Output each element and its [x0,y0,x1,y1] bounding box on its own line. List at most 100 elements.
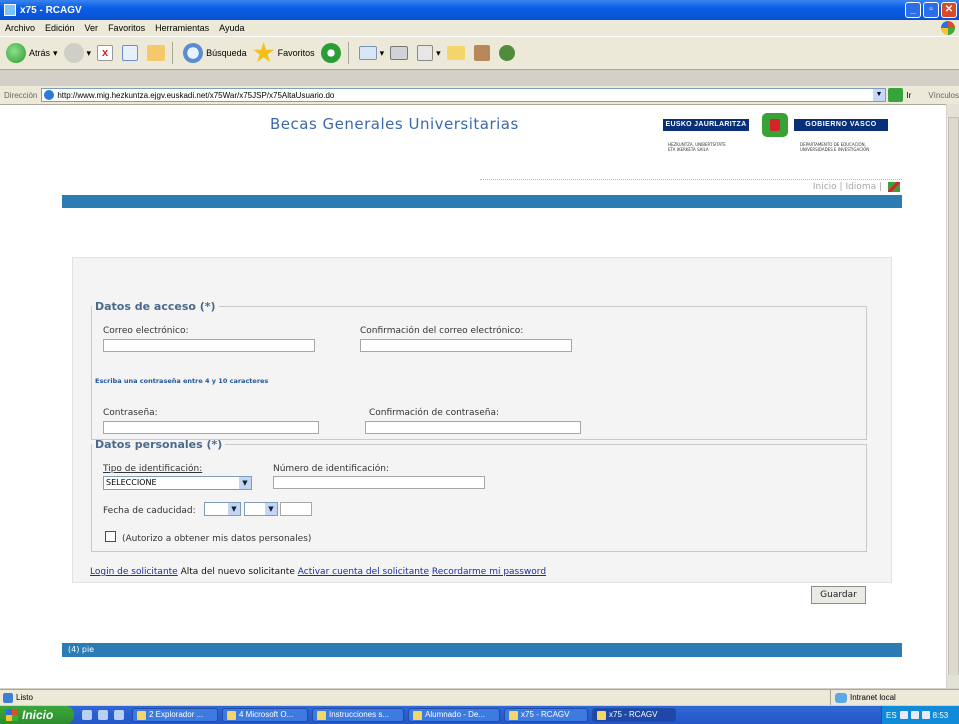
go-label[interactable]: Ir [903,91,914,100]
taskbar-item[interactable]: x75 - RCAGV [504,708,588,722]
page-status-icon [3,692,13,703]
save-button[interactable]: Guardar [811,586,866,604]
email-confirm-label: Confirmación del correo electrónico: [360,326,524,336]
security-zone: Intranet local [830,690,896,705]
home-button[interactable] [147,40,168,66]
chevron-down-icon[interactable]: ▼ [239,477,251,489]
window-controls: _ ▫ ✕ [905,2,957,18]
links-toolbar[interactable]: Vínculos [928,91,959,100]
forward-dropdown-icon[interactable]: ▾ [87,48,92,59]
folder-button[interactable] [446,40,468,66]
expiry-label: Fecha de caducidad: [103,506,196,516]
menu-favoritos[interactable]: Favoritos [103,23,150,33]
taskbar-item[interactable]: Alumnado - De... [408,708,500,722]
address-dropdown-icon[interactable]: ▼ [873,89,885,101]
quick-launch-desktop-icon[interactable] [98,710,108,720]
address-label: Dirección [4,90,38,100]
address-input[interactable]: http://www.mig.hezkuntza.ejgv.euskadi.ne… [41,88,886,102]
expiry-month-select[interactable]: ▼ [244,502,278,516]
remember-password-link[interactable]: Recordarme mi password [432,567,546,577]
language-indicator[interactable]: ES [886,711,897,720]
password-hint: Escriba una contraseña entre 4 y 10 cara… [95,377,269,385]
mail-button[interactable]: ▾ [358,40,385,66]
home-icon [147,45,166,61]
standard-toolbar: Atrás ▾ ▾ x Búsqueda Favoritos ▾ ▾ [0,36,959,70]
menu-ver[interactable]: Ver [80,23,104,33]
stop-icon: x [97,45,114,61]
edit-dropdown-icon[interactable]: ▾ [436,48,441,59]
scroll-down-icon[interactable] [947,675,959,688]
consent-checkbox[interactable] [105,531,116,542]
folder-icon [446,46,465,60]
go-arrow-icon[interactable] [888,88,904,102]
registration-form: Datos de acceso (*) Correo electrónico: … [72,257,892,583]
edit-button[interactable]: ▾ [417,40,441,66]
refresh-button[interactable] [122,40,141,66]
taskbar-item-label: x75 - RCAGV [521,710,570,719]
menu-ayuda[interactable]: Ayuda [214,23,249,33]
menu-edicion[interactable]: Edición [40,23,80,33]
taskbar-item[interactable]: Instrucciones s... [312,708,404,722]
password-confirm-field[interactable] [365,421,581,434]
search-button[interactable]: Búsqueda [183,40,247,66]
folder-icon [137,710,146,720]
chevron-down-icon[interactable]: ▼ [265,503,277,515]
taskbar-item[interactable]: 2 Explorador ... [132,708,218,722]
chevron-down-icon[interactable]: ▼ [228,503,240,515]
login-link[interactable]: Login de solicitante [90,567,178,577]
start-label: Inicio [22,708,54,722]
print-button[interactable] [390,40,411,66]
password-label: Contraseña: [103,408,158,418]
expiry-year-field[interactable] [280,502,312,516]
top-nav-links[interactable]: Inicio | Idioma | [480,179,902,193]
research-button[interactable] [473,40,493,66]
taskbar-item-active[interactable]: x75 - RCAGV [592,708,676,722]
back-button[interactable]: Atrás ▾ [6,40,58,66]
taskbar-item-label: x75 - RCAGV [609,710,658,719]
top-nav-text[interactable]: Inicio | Idioma | [813,182,882,192]
window-title: x75 - RCAGV [20,4,82,16]
eusko-jaurlaritza-logo: EUSKO JAURLARITZA [663,119,749,131]
email-confirm-field[interactable] [360,339,572,352]
scroll-thumb[interactable] [948,117,959,677]
star-icon [253,42,275,63]
back-dropdown-icon[interactable]: ▾ [53,48,58,59]
windows-logo-icon [941,21,955,35]
toolbar-separator [347,42,349,64]
mail-dropdown-icon[interactable]: ▾ [380,48,385,59]
menu-herramientas[interactable]: Herramientas [150,23,214,33]
menu-archivo[interactable]: Archivo [0,23,40,33]
messenger-button[interactable] [498,40,518,66]
web-page: Becas Generales Universitarias EUSKO JAU… [62,105,902,685]
minimize-icon[interactable]: _ [905,2,921,18]
back-label: Atrás [29,48,51,58]
taskbar-item[interactable]: 4 Microsoft O... [222,708,308,722]
printer-icon [390,46,409,60]
forward-button[interactable]: ▾ [63,40,92,66]
status-text: Listo [16,693,33,702]
quick-launch-ie-icon[interactable] [82,710,92,720]
ie-page-icon [44,90,55,100]
id-type-select[interactable]: SELECCIONE ▼ [103,476,252,490]
scroll-up-icon[interactable] [947,104,959,117]
gobierno-vasco-logo: GOBIERNO VASCO [794,119,888,131]
start-button[interactable]: Inicio [0,706,74,724]
word-icon [317,710,326,720]
expiry-day-select[interactable]: ▼ [204,502,241,516]
media-button[interactable] [320,40,344,66]
tray-icon[interactable] [910,711,919,719]
close-icon[interactable]: ✕ [941,2,957,18]
quick-launch [82,710,124,720]
basque-flag-icon[interactable] [888,182,900,192]
tray-icon[interactable] [921,711,930,719]
id-number-field[interactable] [273,476,485,489]
activate-account-link[interactable]: Activar cuenta del solicitante [298,567,429,577]
tray-icon[interactable] [899,711,908,719]
email-field[interactable] [103,339,315,352]
maximize-icon[interactable]: ▫ [923,2,939,18]
vertical-scrollbar[interactable] [946,104,959,688]
favorites-button[interactable]: Favoritos [253,40,315,66]
password-field[interactable] [103,421,319,434]
quick-launch-outlook-icon[interactable] [114,710,124,720]
stop-button[interactable]: x [97,40,116,66]
